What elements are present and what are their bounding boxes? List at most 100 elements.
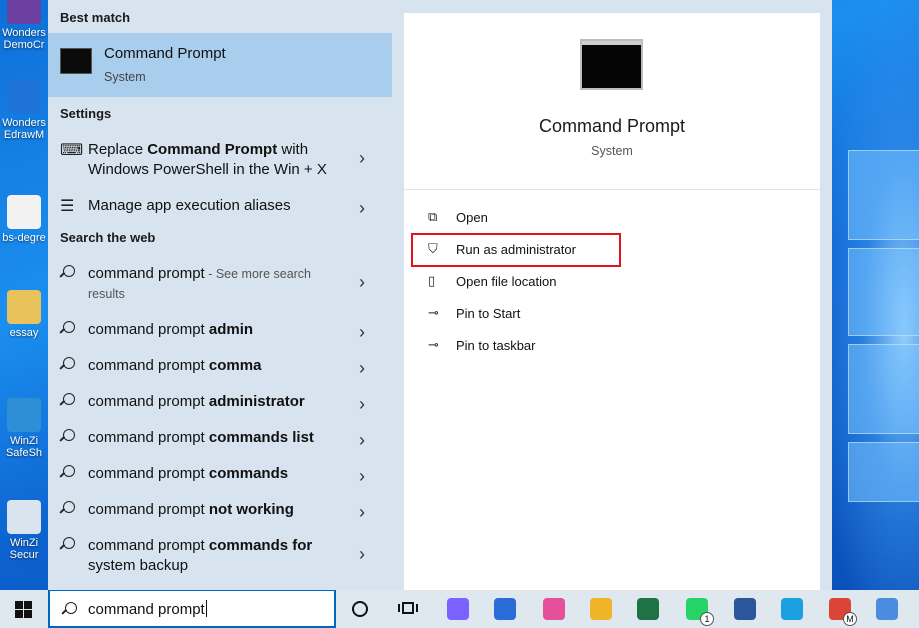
web-suggestion-label: command prompt	[88, 501, 209, 518]
file-explorer-icon[interactable]	[590, 598, 612, 620]
desktop-icon[interactable]: WinZi SafeSh	[0, 398, 48, 459]
web-suggestion-label-bold: admin	[208, 321, 254, 338]
preview-pane: Command Prompt System ⧉ Open ⛉ Run as admin…	[404, 13, 820, 590]
excel-icon[interactable]	[637, 598, 659, 620]
search-icon	[60, 265, 75, 280]
action-label: Open	[456, 210, 488, 225]
word-icon[interactable]	[734, 598, 756, 620]
search-icon	[60, 537, 75, 552]
search-results-pane: Best match Command Prompt System Setting…	[48, 0, 404, 590]
desktop-icon-label: DemoCr	[3, 39, 45, 51]
search-icon	[62, 602, 77, 617]
web-suggestion[interactable]: command prompt commands for system backup…	[48, 536, 392, 580]
search-icon	[60, 429, 75, 444]
copilot-icon[interactable]	[447, 598, 469, 620]
desktop-icon-label: Wonders	[2, 27, 46, 39]
web-suggestion[interactable]: command prompt admin ›	[48, 320, 392, 344]
action-pin-to-start[interactable]: ⊸ Pin to Start	[428, 303, 728, 325]
web-suggestion-label: command prompt	[88, 265, 205, 282]
preview-divider	[404, 189, 820, 190]
web-suggestion[interactable]: command prompt comma ›	[48, 356, 392, 380]
settings-item-label: Windows PowerShell in the Win + X	[88, 161, 327, 178]
settings-item-label-bold: Command Prompt	[147, 141, 278, 158]
desktop-icon[interactable]: bs-degre	[0, 195, 48, 244]
file-location-icon: ▯	[428, 273, 436, 288]
action-label: Pin to Start	[456, 306, 521, 321]
app-icon[interactable]	[876, 598, 898, 620]
desktop-app-icon	[7, 398, 41, 432]
desktop-icon-label: EdrawM	[3, 129, 45, 141]
windows-logo-icon	[15, 601, 23, 609]
chevron-right-icon: ›	[359, 322, 365, 342]
web-suggestion[interactable]: command prompt - See more search results ›	[48, 264, 392, 308]
web-suggestion-label: command prompt	[88, 465, 209, 482]
desktop-icon-label: WinZi	[9, 435, 39, 447]
web-suggestion-hint: - See more search	[204, 267, 312, 281]
chevron-right-icon: ›	[359, 148, 365, 168]
chevron-right-icon: ›	[359, 466, 365, 486]
start-button[interactable]	[15, 601, 32, 618]
notification-badge: M	[843, 612, 857, 626]
search-icon	[60, 393, 75, 408]
web-suggestion-label: results	[88, 287, 125, 301]
desktop-icon-label: WinZi	[9, 537, 39, 549]
best-match-command-prompt[interactable]: Command Prompt System	[48, 33, 392, 97]
action-label: Pin to taskbar	[456, 338, 536, 353]
section-title-settings: Settings	[60, 106, 112, 121]
wallpaper-pane	[848, 344, 919, 434]
search-input[interactable]: command prompt	[88, 601, 205, 618]
chevron-right-icon: ›	[359, 198, 365, 218]
desktop-icon[interactable]: essay	[0, 290, 48, 339]
search-icon	[60, 321, 75, 336]
preview-title: Command Prompt	[538, 116, 686, 136]
settings-item-label: Manage app execution aliases	[88, 197, 291, 214]
web-suggestion-text: command prompt admin	[88, 320, 348, 340]
web-suggestion[interactable]: command prompt not working ›	[48, 500, 392, 524]
web-suggestion-label-bold: not working	[208, 501, 294, 518]
taskbar-search-box[interactable]: command prompt	[48, 590, 336, 628]
command-prompt-large-icon	[580, 39, 643, 90]
settings-item-text: Replace Command Prompt with Windows Power…	[88, 140, 348, 180]
cortana-icon[interactable]	[352, 601, 368, 617]
search-icon	[60, 465, 75, 480]
keyboard-icon: ⌨	[60, 142, 84, 159]
web-suggestion-text: command prompt - See more search results	[88, 264, 348, 304]
search-icon	[60, 357, 75, 372]
desktop-app-icon	[7, 500, 41, 534]
web-suggestion-label-bold: commands for	[208, 537, 313, 554]
settings-item[interactable]: ☰ Manage app execution aliases ›	[48, 196, 392, 220]
desktop-app-icon	[7, 195, 41, 229]
edge-icon[interactable]	[781, 598, 803, 620]
settings-item-text: Manage app execution aliases	[88, 196, 348, 216]
pin-icon: ⊸	[428, 305, 439, 320]
settings-item[interactable]: ⌨ Replace Command Prompt with Windows Powe…	[48, 140, 392, 184]
wallpaper-pane	[848, 150, 919, 240]
chevron-right-icon: ›	[359, 544, 365, 564]
web-suggestion[interactable]: command prompt commands ›	[48, 464, 392, 488]
web-suggestion[interactable]: command prompt commands list ›	[48, 428, 392, 452]
desktop-app-icon	[7, 80, 41, 114]
web-suggestion-text: command prompt not working	[88, 500, 348, 520]
action-open-file-location[interactable]: ▯ Open file location	[428, 271, 728, 293]
best-match-name: Command Prompt	[104, 45, 226, 62]
web-suggestion[interactable]: command prompt administrator ›	[48, 392, 392, 416]
task-view-icon[interactable]	[398, 600, 418, 618]
settings-item-label: Replace	[88, 141, 148, 158]
desktop-icon[interactable]: Wonders DemoCr	[0, 0, 48, 51]
web-suggestion-text: command prompt commands list	[88, 428, 348, 448]
web-suggestion-text: command prompt administrator	[88, 392, 348, 412]
action-open[interactable]: ⧉ Open	[428, 207, 728, 229]
settings-item-label: with	[277, 141, 309, 158]
web-suggestion-label: command prompt	[88, 429, 209, 446]
chevron-right-icon: ›	[359, 358, 365, 378]
microsoft-store-icon[interactable]	[494, 598, 516, 620]
chevron-right-icon: ›	[359, 502, 365, 522]
paint-icon[interactable]	[543, 598, 565, 620]
desktop-icon[interactable]: WinZi Secur	[0, 500, 48, 561]
action-pin-to-taskbar[interactable]: ⊸ Pin to taskbar	[428, 335, 728, 357]
notification-badge: 1	[700, 612, 714, 626]
list-icon: ☰	[60, 198, 75, 215]
desktop-icon[interactable]: Wonders EdrawM	[0, 80, 48, 141]
whatsapp-icon[interactable]: 1	[686, 598, 714, 626]
chrome-icon[interactable]: M	[829, 598, 857, 626]
